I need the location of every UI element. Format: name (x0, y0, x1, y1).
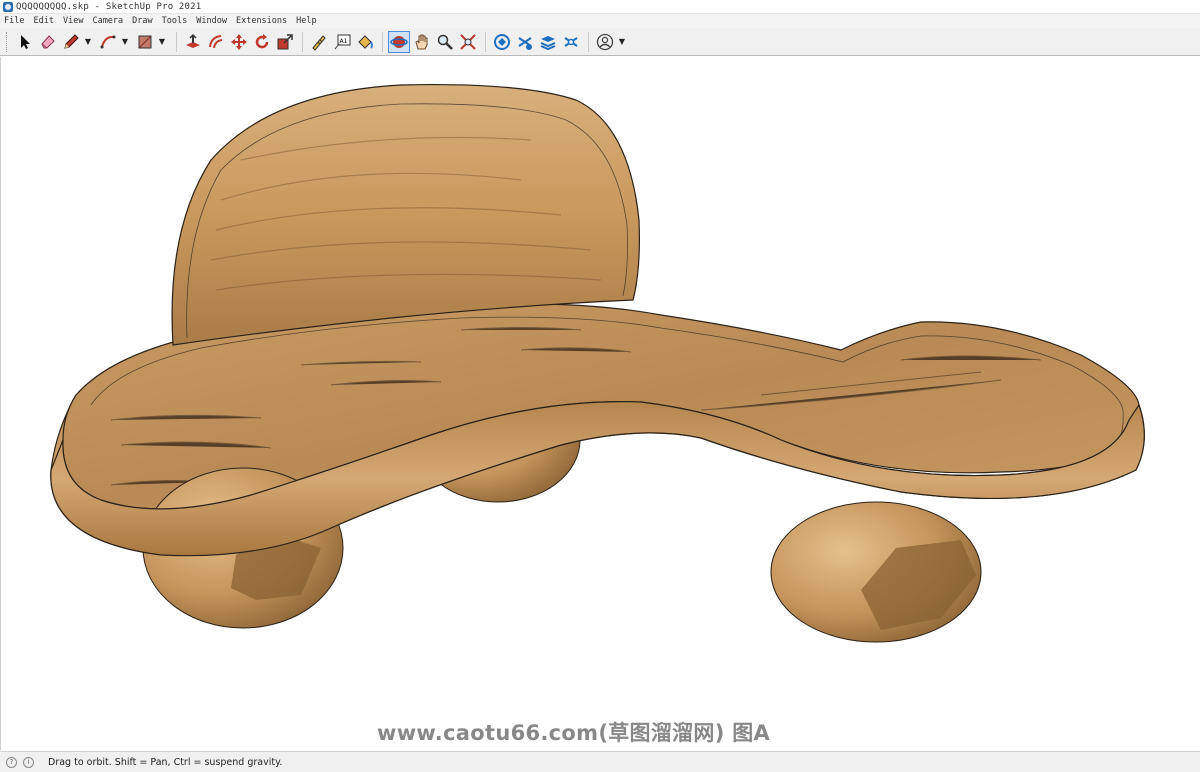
extension-warehouse-icon (518, 36, 532, 50)
watermark-text: www.caotu66.com(草图溜溜网) 图A (377, 721, 771, 745)
eraser-icon (41, 34, 55, 48)
orbit-icon (390, 35, 408, 48)
window-title: QQQQQQQQQ.skp - SketchUp Pro 2021 (16, 1, 202, 12)
cursor-arrow-icon (21, 34, 30, 49)
offset-tool-button[interactable] (205, 31, 227, 53)
toolbar-separator (382, 31, 383, 52)
scale-icon (277, 33, 293, 49)
title-bar: QQQQQQQQQ.skp - SketchUp Pro 2021 (0, 0, 1200, 14)
toolbar: ▼ ▼ ▼ A1 ▼ (0, 28, 1200, 56)
menu-view[interactable]: View (63, 16, 83, 26)
magnifier-icon (437, 34, 453, 50)
text-tool-button[interactable]: A1 (331, 31, 353, 53)
toolbar-separator (588, 31, 589, 52)
zoom-tool-button[interactable] (434, 31, 456, 53)
account-tool-button[interactable] (594, 31, 616, 53)
ball-leg-front-right (770, 501, 982, 643)
hand-icon (415, 34, 428, 49)
extension-manager-icon (564, 36, 578, 47)
menu-tools[interactable]: Tools (162, 16, 188, 26)
menu-file[interactable]: File (4, 16, 24, 26)
shape-dropdown-arrow[interactable]: ▼ (157, 37, 167, 46)
status-text: Drag to orbit. Shift = Pan, Ctrl = suspe… (48, 756, 283, 768)
model-viewport[interactable]: www.caotu66.com(草图溜溜网) 图A (0, 57, 1200, 750)
menu-window[interactable]: Window (196, 16, 227, 26)
paint-bucket-icon (358, 34, 373, 49)
rotate-tool-button[interactable] (251, 31, 273, 53)
eraser-tool-button[interactable] (37, 31, 59, 53)
info-icon[interactable]: i (23, 756, 34, 768)
line-dropdown-arrow[interactable]: ▼ (83, 37, 93, 46)
menu-edit[interactable]: Edit (33, 16, 53, 26)
layout-icon (540, 35, 556, 50)
account-dropdown-arrow[interactable]: ▼ (617, 37, 627, 46)
toolbar-separator (302, 31, 303, 52)
menu-extensions[interactable]: Extensions (236, 16, 287, 26)
offset-icon (209, 34, 223, 48)
text-tool-label: A1 (340, 38, 348, 45)
line-tool-button[interactable] (60, 31, 82, 53)
shape-tool-button[interactable] (134, 31, 156, 53)
menu-camera[interactable]: Camera (92, 16, 123, 26)
paint-bucket-tool-button[interactable] (354, 31, 376, 53)
rectangle-icon (138, 35, 152, 48)
push-pull-tool-button[interactable] (182, 31, 204, 53)
move-tool-button[interactable] (228, 31, 250, 53)
status-bar: ? i Drag to orbit. Shift = Pan, Ctrl = s… (0, 751, 1200, 772)
pan-tool-button[interactable] (411, 31, 433, 53)
rotate-icon (255, 33, 269, 48)
menu-help[interactable]: Help (296, 16, 316, 26)
tape-measure-icon (312, 34, 326, 51)
toolbar-separator (485, 31, 486, 52)
wooden-bench-model[interactable] (1, 57, 1200, 750)
sketchup-logo-icon (3, 1, 13, 12)
zoom-extents-tool-button[interactable] (457, 31, 479, 53)
move-icon (231, 33, 247, 50)
toolbar-separator (176, 31, 177, 52)
text-icon: A1 (334, 34, 351, 49)
scale-tool-button[interactable] (274, 31, 296, 53)
extension-warehouse-tool-button[interactable] (514, 31, 536, 53)
warehouse-icon (494, 33, 510, 50)
push-pull-icon (186, 33, 200, 48)
arc-tool-button[interactable] (97, 31, 119, 53)
warehouse-tool-button[interactable] (491, 31, 513, 53)
extension-manager-tool-button[interactable] (560, 31, 582, 53)
geo-location-icon[interactable]: ? (6, 756, 17, 768)
tape-measure-tool-button[interactable] (308, 31, 330, 53)
menu-draw[interactable]: Draw (132, 16, 152, 26)
toolbar-grip[interactable] (6, 31, 10, 52)
layout-tool-button[interactable] (537, 31, 559, 53)
zoom-extents-icon (460, 33, 476, 50)
arc-icon (100, 35, 116, 48)
menu-bar: File Edit View Camera Draw Tools Window … (0, 14, 1200, 28)
pencil-icon (64, 33, 79, 49)
orbit-tool-button[interactable] (388, 30, 410, 53)
user-icon (596, 33, 614, 50)
arc-dropdown-arrow[interactable]: ▼ (120, 37, 130, 46)
select-tool-button[interactable] (14, 31, 36, 53)
